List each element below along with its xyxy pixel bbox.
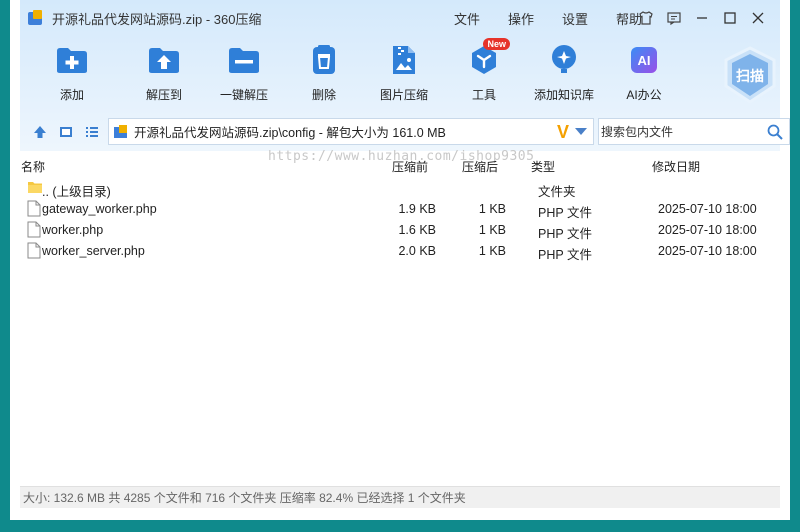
file-name: gateway_worker.php [42,202,157,216]
list-header: 名称 压缩前 压缩后 类型 修改日期 [20,155,780,175]
ai-icon-text: AI [638,53,651,68]
scan-button[interactable]: 扫描 [722,46,778,104]
menu-operation[interactable]: 操作 [508,9,534,28]
status-text: 大小: 132.6 MB 共 4285 个文件和 716 个文件夹 压缩率 82… [23,491,466,505]
image-compress-icon [384,40,424,80]
navigation-row: 开源礼品代发网站源码.zip\config - 解包大小为 161.0 MB V [20,118,790,146]
file-icon [27,221,41,238]
top-panel: 开源礼品代发网站源码.zip - 360压缩 文件 操作 设置 帮助 添加 解压… [20,0,790,151]
one-click-extract-label: 一键解压 [219,88,268,102]
delete-label: 删除 [311,88,336,102]
archive-app-icon [28,10,44,26]
image-compress-button[interactable]: 图片压缩 [364,40,444,110]
main-toolbar: 添加 解压到 一键解压 删除 图片压缩 New 工具 添加知识库 AI AI办公 [20,38,684,110]
knowledge-base-label: 添加知识库 [533,88,594,102]
delete-button[interactable]: 删除 [284,40,364,110]
tools-button[interactable]: New 工具 [444,38,524,110]
file-modified: 2025-07-10 18:00 [658,202,757,216]
delete-icon [304,40,344,80]
ai-office-label: AI办公 [626,88,662,102]
extract-to-button[interactable]: 解压到 [124,40,204,110]
window-controls [632,0,772,36]
app-window: 开源礼品代发网站源码.zip - 360压缩 文件 操作 设置 帮助 添加 解压… [0,0,800,532]
menu-settings[interactable]: 设置 [562,9,588,28]
up-button[interactable] [30,122,50,142]
tools-label: 工具 [471,88,496,102]
table-row[interactable]: gateway_worker.php 1.9 KB 1 KB PHP 文件 20… [20,198,780,220]
feedback-button[interactable] [660,4,688,32]
address-dropdown-icon[interactable] [575,128,587,135]
file-size-after: 1 KB [478,244,506,258]
header-modified[interactable]: 修改日期 [652,158,700,175]
file-icon [27,242,41,259]
address-bar[interactable]: 开源礼品代发网站源码.zip\config - 解包大小为 161.0 MB V [108,118,594,145]
ai-office-button[interactable]: AI AI办公 [604,40,684,110]
folder-icon [28,182,42,193]
table-row[interactable]: worker_server.php 2.0 KB 1 KB PHP 文件 202… [20,240,780,262]
address-path: 开源礼品代发网站源码.zip\config - 解包大小为 161.0 MB [134,126,446,140]
close-icon [752,12,764,24]
table-row[interactable]: worker.php 1.6 KB 1 KB PHP 文件 2025-07-10… [20,219,780,241]
window-title: 开源礼品代发网站源码.zip - 360压缩 [52,11,262,27]
header-type[interactable]: 类型 [531,158,555,175]
one-click-extract-button[interactable]: 一键解压 [204,40,284,110]
maximize-icon [724,12,736,24]
file-name: worker.php [42,223,104,237]
file-list: .. (上级目录) 文件夹 gateway_worker.php 1.9 KB … [20,177,780,262]
add-label: 添加 [59,88,84,102]
file-size-after: 1 KB [478,202,506,216]
one-click-extract-icon [224,40,264,80]
file-modified: 2025-07-10 18:00 [658,223,757,237]
search-input[interactable] [601,124,761,139]
tools-icon: New [464,38,510,80]
file-size-after: 1 KB [478,223,506,237]
v-badge-icon[interactable]: V [557,122,569,143]
scan-label: 扫描 [736,68,764,84]
header-compressed-after[interactable]: 压缩后 [462,158,498,175]
add-button[interactable]: 添加 [20,40,124,110]
menu-file[interactable]: 文件 [454,9,480,28]
knowledge-base-icon [544,40,584,80]
close-button[interactable] [744,4,772,32]
message-icon [667,12,681,26]
minimize-icon [697,17,707,19]
thumbnail-view-icon [60,127,72,137]
skin-button[interactable] [632,4,660,32]
list-view-icon [86,127,98,137]
thumbnail-view-button[interactable] [56,122,76,142]
file-size-before: 1.6 KB [398,223,436,237]
arrow-up-icon [34,126,46,138]
extract-to-icon [144,40,184,80]
header-compressed-before[interactable]: 压缩前 [392,158,428,175]
archive-icon [114,124,128,139]
file-size-before: 1.9 KB [398,202,436,216]
file-icon [27,200,41,217]
knowledge-base-button[interactable]: 添加知识库 [524,40,604,110]
header-name[interactable]: 名称 [21,158,45,175]
file-size-before: 2.0 KB [398,244,436,258]
table-row[interactable]: .. (上级目录) 文件夹 [20,177,780,199]
add-icon [52,40,92,80]
maximize-button[interactable] [716,4,744,32]
status-bar: 大小: 132.6 MB 共 4285 个文件和 716 个文件夹 压缩率 82… [20,486,780,508]
search-box [598,118,790,145]
image-compress-label: 图片压缩 [379,88,428,102]
list-view-button[interactable] [82,122,102,142]
file-name: worker_server.php [42,244,145,258]
ai-office-icon: AI [624,40,664,80]
new-badge: New [483,38,510,50]
search-icon[interactable] [767,124,783,143]
file-type: PHP 文件 [538,248,592,262]
minimize-button[interactable] [688,4,716,32]
extract-to-label: 解压到 [145,88,182,102]
file-modified: 2025-07-10 18:00 [658,244,757,258]
shirt-icon [639,11,653,25]
